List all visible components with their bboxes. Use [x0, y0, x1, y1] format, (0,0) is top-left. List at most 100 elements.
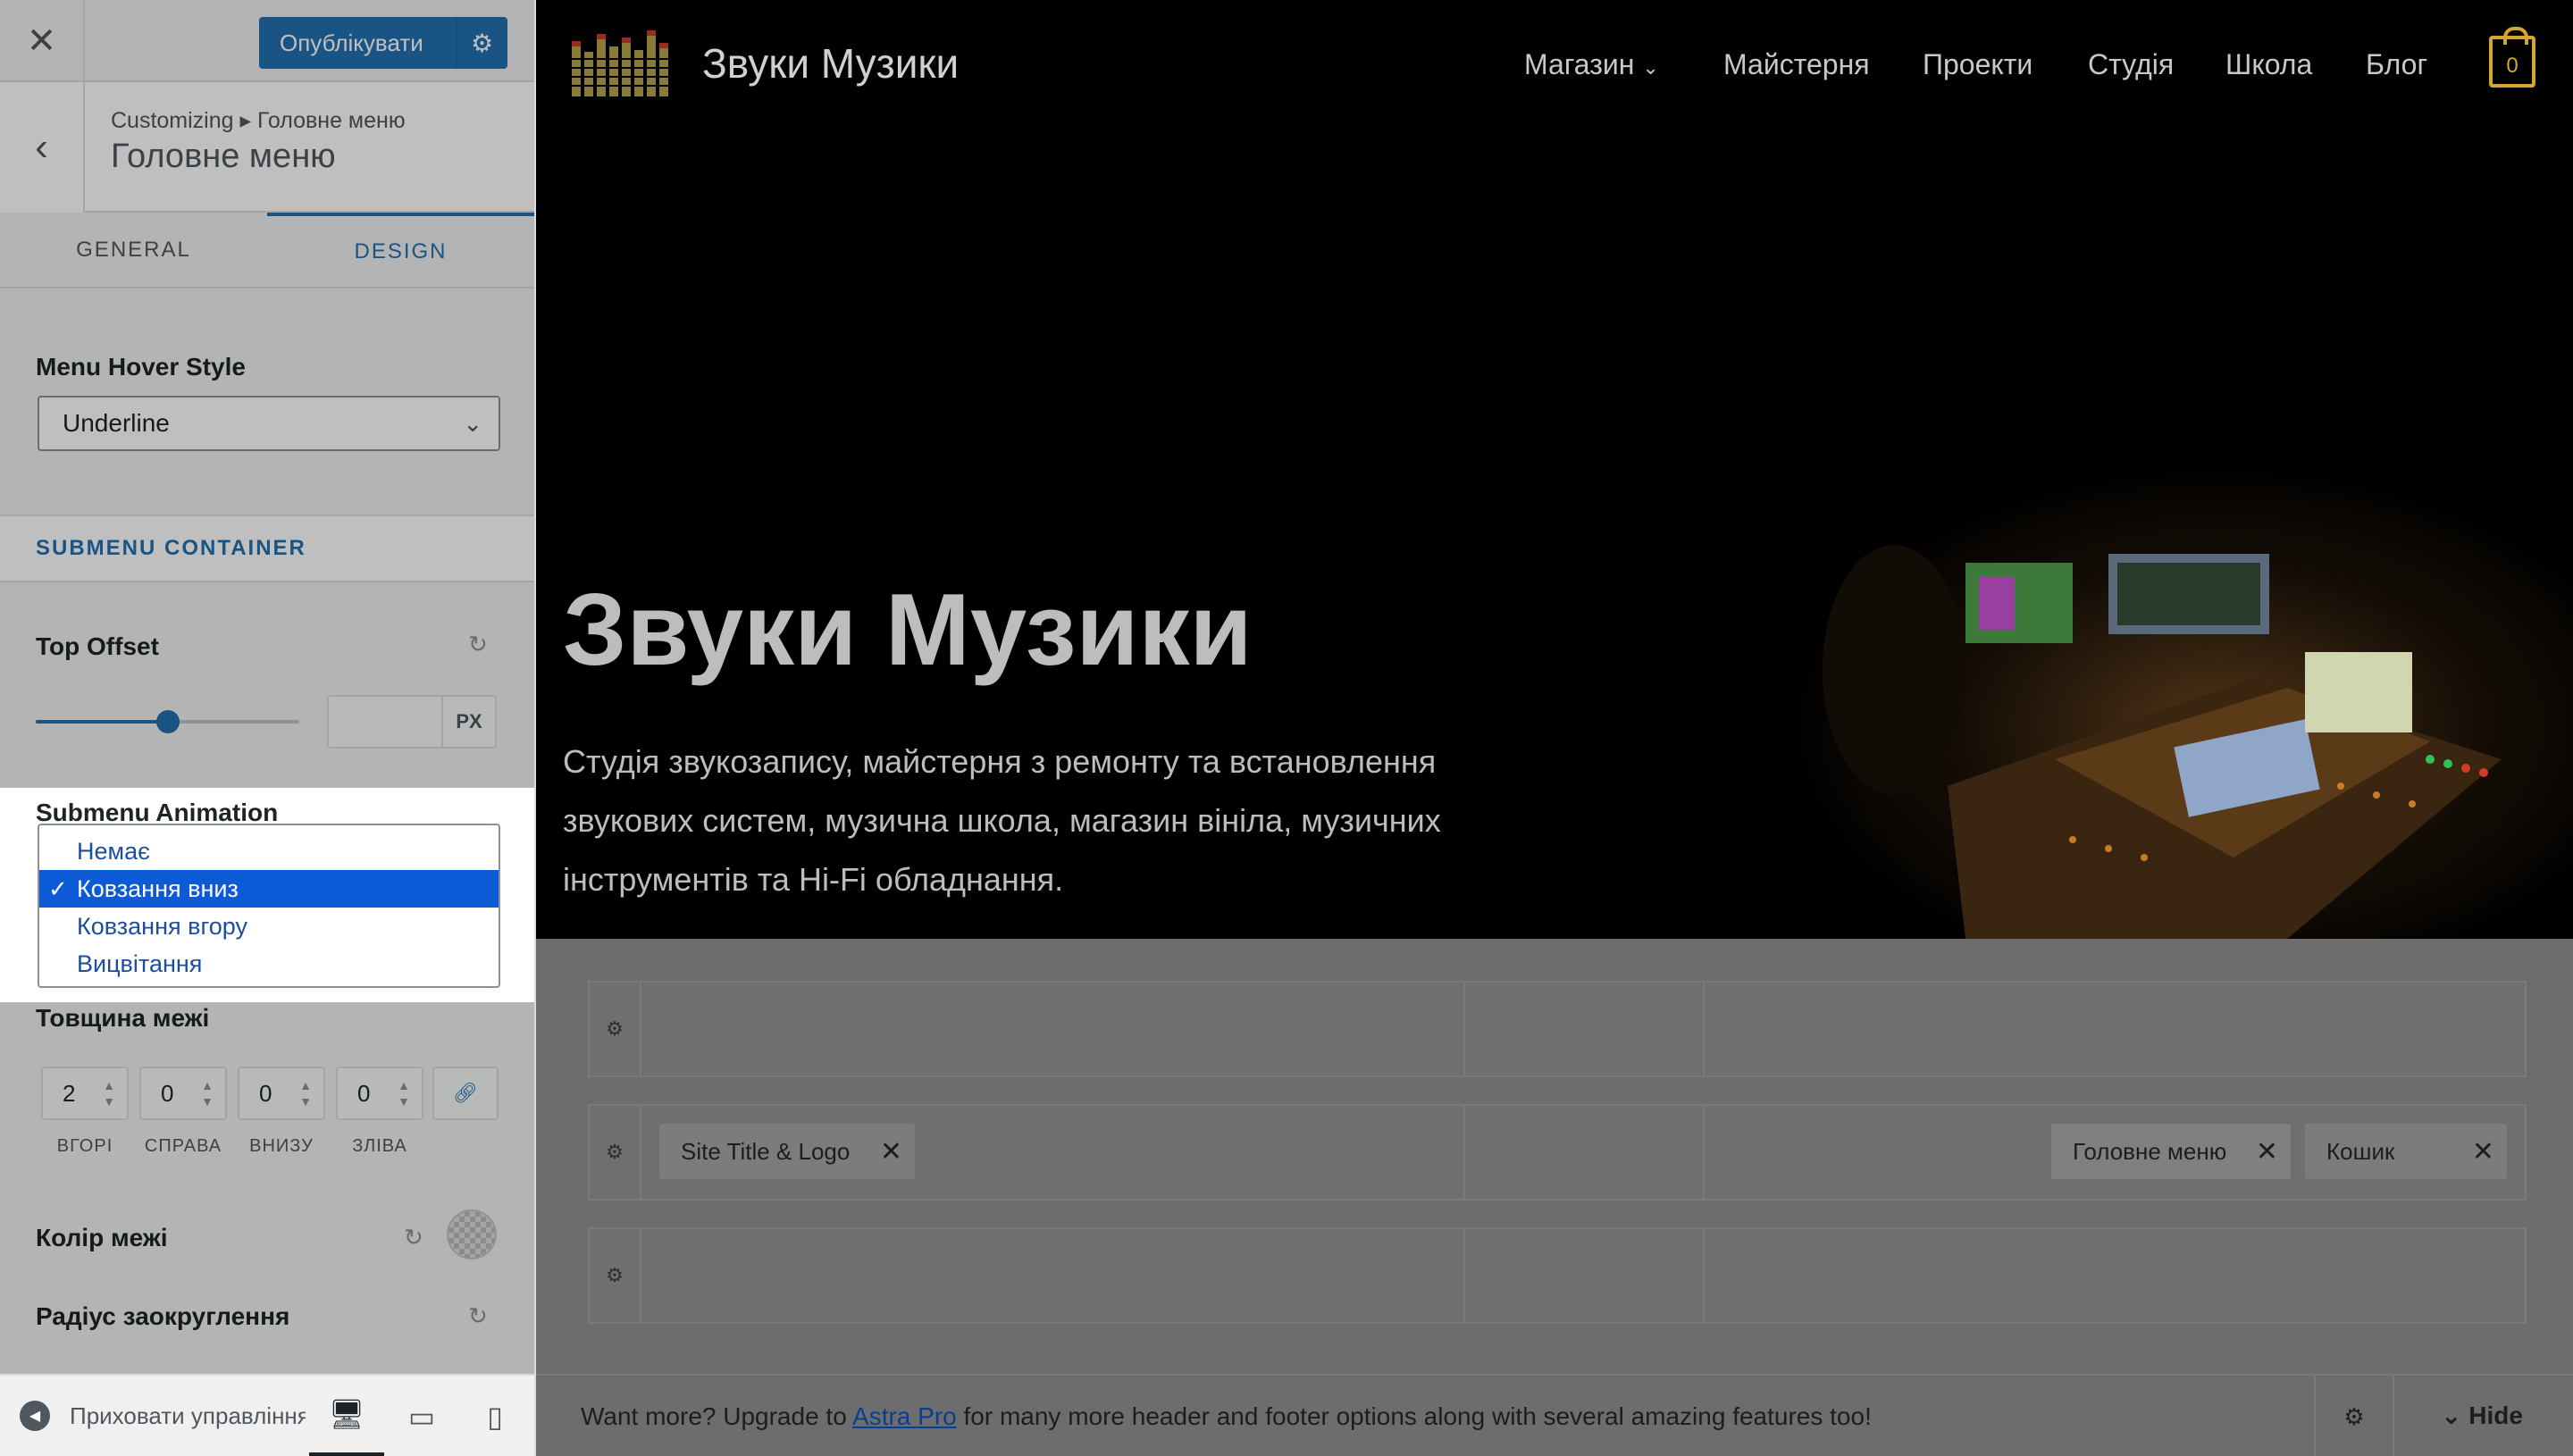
top-offset-input[interactable] [327, 695, 441, 749]
top-offset-label: Top Offset [36, 632, 159, 660]
stepper-icon[interactable]: ▲ ▼ [297, 1077, 314, 1109]
builder-item-site-title-logo[interactable]: Site Title & Logo ✕ [659, 1124, 915, 1179]
top-offset-slider[interactable] [36, 710, 299, 733]
collapse-icon: ◀ [20, 1401, 50, 1431]
sidebar-footer: ◀ Приховати управління 🖥︎ ▭ ▯ [0, 1374, 534, 1456]
border-top-input[interactable]: 2 ▲ ▼ [41, 1067, 129, 1120]
menu-hover-style-select[interactable]: Underline ⌄ [38, 396, 500, 451]
upsell-text: Want more? Upgrade to Astra Pro for many… [581, 1402, 1872, 1430]
dropdown-option-selected[interactable]: ✓ Ковзання вниз [39, 870, 499, 908]
close-customizer-button[interactable]: ✕ [0, 0, 85, 82]
border-bottom-input[interactable]: 0 ▲ ▼ [238, 1067, 325, 1120]
site-logo[interactable] [572, 27, 677, 98]
publish-button[interactable]: Опублікувати ⚙ [259, 17, 507, 69]
hero-section: Звуки Музики Магазин ⌄ Майстерня Проекти… [536, 0, 2573, 939]
column-divider [1463, 1106, 1465, 1199]
cart-count: 0 [2506, 54, 2519, 78]
tab-design[interactable]: DESIGN [267, 213, 534, 287]
hide-controls-button[interactable]: ◀ Приховати управління [20, 1401, 306, 1431]
publish-settings-gear-icon[interactable]: ⚙ [456, 17, 507, 69]
remove-icon[interactable]: ✕ [880, 1136, 902, 1167]
hero-title: Звуки Музики [563, 573, 1253, 687]
column-divider [1703, 983, 1705, 1075]
back-button[interactable]: ‹ [0, 82, 85, 213]
border-left: 0 ▲ ▼ ЗЛІВА [331, 1067, 429, 1157]
border-color-picker[interactable] [447, 1209, 497, 1259]
nav-item-school[interactable]: Школа [2225, 48, 2312, 81]
hide-builder-button[interactable]: ⌄ Hide [2441, 1401, 2523, 1430]
link-values-toggle[interactable]: 🔗︎ [432, 1067, 499, 1120]
tablet-preview-button[interactable]: ▭ [384, 1376, 459, 1456]
builder-row-above: ⚙ [588, 981, 2527, 1077]
top-offset-unit[interactable]: PX [441, 695, 497, 749]
border-color-label: Колір межі [36, 1224, 168, 1251]
border-top-caption: ВГОРІ [56, 1136, 113, 1156]
section-title: Головне меню [111, 138, 336, 175]
remove-icon[interactable]: ✕ [2472, 1136, 2494, 1167]
site-preview: Звуки Музики Магазин ⌄ Майстерня Проекти… [536, 0, 2573, 1374]
row-settings-gear-icon[interactable]: ⚙ [590, 1229, 641, 1322]
column-divider [1703, 1106, 1705, 1199]
border-width-label: Товщина межі [36, 1004, 210, 1032]
row-settings-gear-icon[interactable]: ⚙ [590, 1106, 641, 1199]
checkmark-icon: ✓ [48, 874, 68, 902]
border-left-caption: ЗЛІВА [352, 1136, 407, 1156]
nav-item-shop[interactable]: Магазин ⌄ [1524, 48, 1659, 81]
submenu-animation-dropdown[interactable]: Немає ✓ Ковзання вниз Ковзання вгору Вицв… [38, 824, 500, 988]
border-right-input[interactable]: 0 ▲ ▼ [139, 1067, 227, 1120]
column-divider [1703, 1229, 1705, 1322]
nav-item-workshop[interactable]: Майстерня [1723, 48, 1870, 81]
border-bottom-caption: ВНИЗУ [249, 1136, 314, 1156]
stepper-icon[interactable]: ▲ ▼ [198, 1077, 216, 1109]
column-divider [1463, 1229, 1465, 1322]
remove-icon[interactable]: ✕ [2256, 1136, 2278, 1167]
builder-item-cart[interactable]: Кошик ✕ [2305, 1124, 2507, 1179]
sidebar-header: ✕ Опублікувати ⚙ [0, 0, 534, 82]
link-icon: 🔗︎ [453, 1082, 478, 1104]
section-header: ‹ Customizing ▸ Головне меню Головне мен… [0, 82, 534, 213]
hero-description: Студія звукозапису, майстерня з ремонту … [563, 743, 1441, 898]
submenu-container-heading: SUBMENU CONTAINER [0, 515, 534, 582]
builder-row-primary: ⚙ Site Title & Logo ✕ Головне меню ✕ Кош… [588, 1104, 2527, 1201]
border-left-input[interactable]: 0 ▲ ▼ [336, 1067, 423, 1120]
builder-item-primary-menu[interactable]: Головне меню ✕ [2051, 1124, 2291, 1179]
breadcrumb: Customizing ▸ Головне меню [111, 108, 406, 133]
dropdown-option[interactable]: Вицвітання [39, 945, 499, 983]
row-settings-gear-icon[interactable]: ⚙ [590, 983, 641, 1075]
reset-icon[interactable]: ↻ [468, 1302, 488, 1330]
border-right-caption: СПРАВА [144, 1136, 222, 1156]
nav-item-projects[interactable]: Проекти [1923, 48, 2032, 81]
close-icon: ✕ [26, 21, 57, 61]
chevron-left-icon: ‹ [35, 125, 48, 169]
nav-item-studio[interactable]: Студія [2088, 48, 2174, 81]
border-top: 2 ▲ ▼ ВГОРІ [36, 1067, 134, 1157]
site-title[interactable]: Звуки Музики [702, 39, 959, 88]
desktop-preview-button[interactable]: 🖥︎ [309, 1376, 384, 1456]
column-divider [1463, 983, 1465, 1075]
submenu-animation-field: Submenu Animation Немає ✓ Ковзання вниз К… [0, 788, 534, 1002]
stepper-icon[interactable]: ▲ ▼ [395, 1077, 413, 1109]
builder-settings-gear-icon[interactable]: ⚙ [2314, 1376, 2394, 1456]
reset-icon[interactable]: ↻ [468, 631, 488, 658]
tabs: GENERAL DESIGN [0, 213, 534, 289]
publish-label: Опублікувати [280, 29, 423, 56]
slider-fill [36, 720, 168, 724]
dropdown-option[interactable]: Ковзання вгору [39, 908, 499, 945]
slider-handle[interactable] [155, 710, 180, 733]
nav-item-blog[interactable]: Блог [2366, 48, 2427, 81]
studio-console-image [1787, 464, 2573, 939]
hide-controls-label: Приховати управління [70, 1402, 306, 1429]
cart-icon[interactable]: 0 [2489, 27, 2535, 88]
chevron-down-icon: ⌄ [1642, 56, 1659, 79]
astra-pro-link[interactable]: Astra Pro [852, 1402, 957, 1430]
border-width-inputs: 2 ▲ ▼ ВГОРІ 0 ▲ ▼ СПРАВА 0 ▲ ▼ ВНИЗУ 0 ▲ ▼ ЗЛІВА… [36, 1067, 499, 1157]
menu-hover-style-label: Menu Hover Style [36, 353, 246, 381]
stepper-icon[interactable]: ▲ ▼ [100, 1077, 118, 1109]
reset-icon[interactable]: ↻ [404, 1224, 423, 1251]
dropdown-option[interactable]: Немає [39, 833, 499, 870]
border-right: 0 ▲ ▼ СПРАВА [134, 1067, 232, 1157]
tab-general[interactable]: GENERAL [0, 213, 267, 287]
border-radius-label: Радіус заокруглення [36, 1302, 290, 1330]
customizer-sidebar: ✕ Опублікувати ⚙ ‹ Customizing ▸ Головне… [0, 0, 536, 1456]
mobile-preview-button[interactable]: ▯ [457, 1376, 532, 1456]
